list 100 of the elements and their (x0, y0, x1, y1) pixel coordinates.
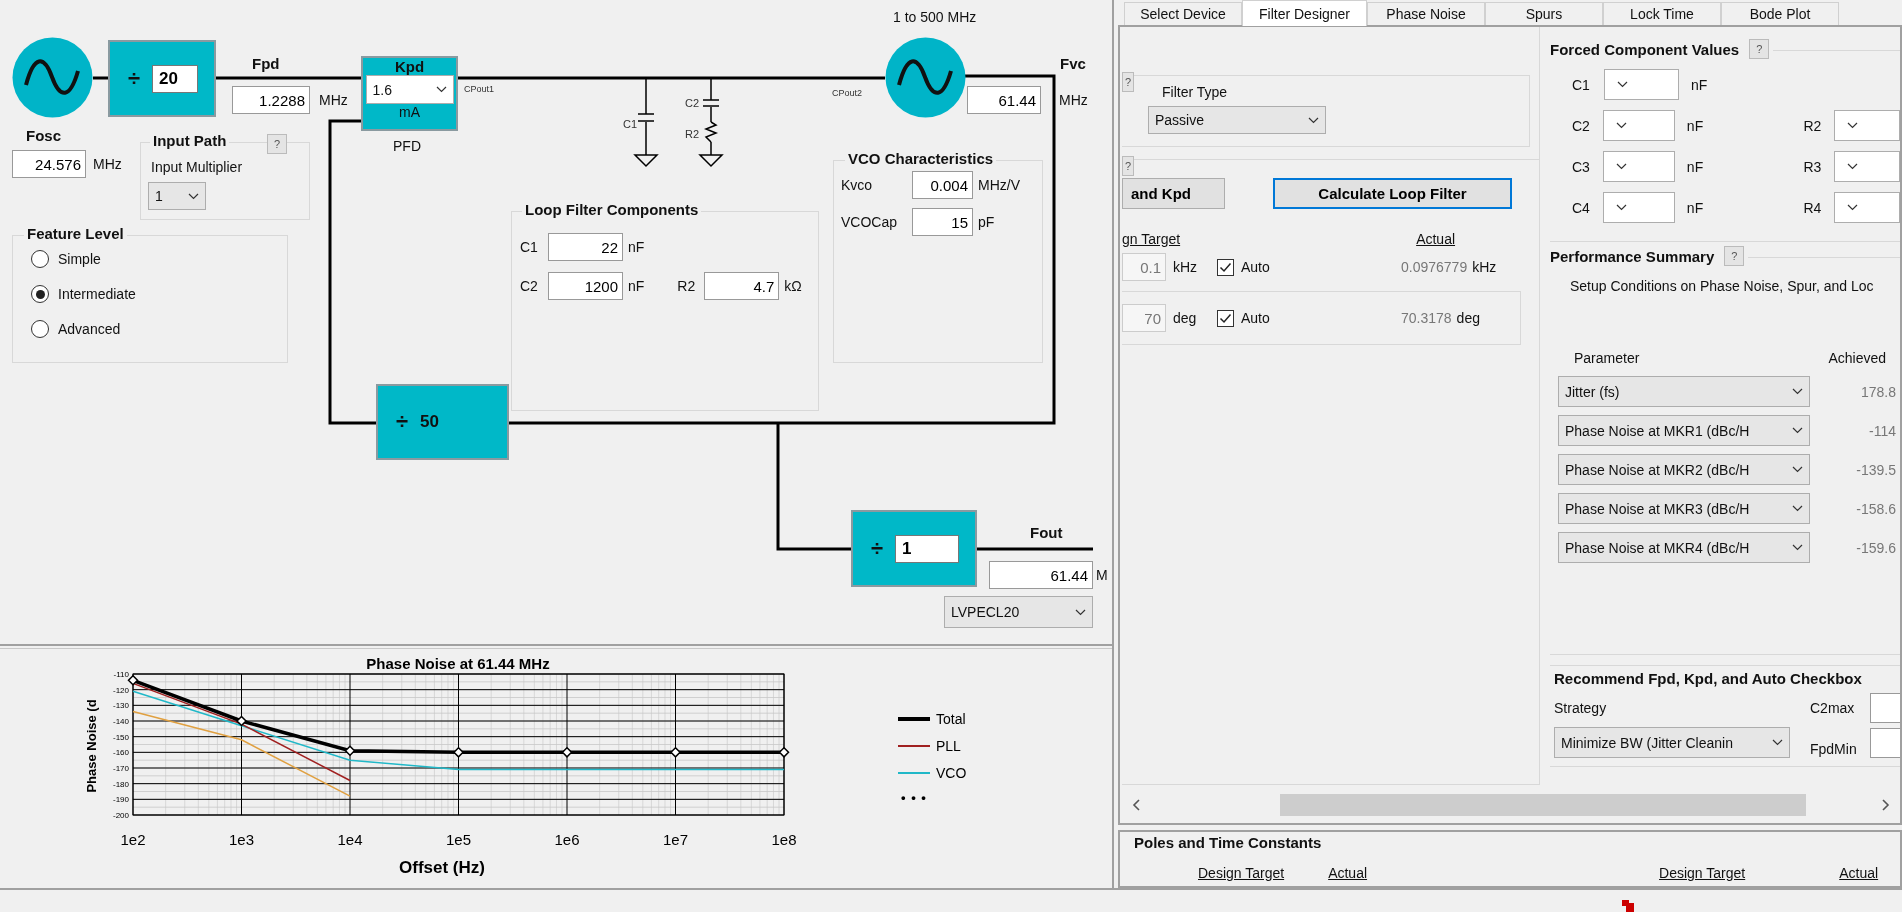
calculate-button[interactable]: Calculate Loop Filter (1273, 178, 1512, 209)
chevron-down-icon (1792, 505, 1803, 512)
chart-title: Phase Noise at 61.44 MHz (366, 655, 550, 672)
radio-button[interactable] (31, 320, 49, 338)
resistor-symbol (704, 121, 718, 143)
resistance-field[interactable]: 4.7 (704, 272, 780, 300)
dropdown[interactable] (1602, 192, 1675, 223)
chevron-down-icon (1615, 122, 1627, 129)
dropdown[interactable]: Phase Noise at MKR2 (dBc/H (1558, 454, 1810, 485)
unit-label: nF (628, 278, 645, 294)
fout-label: Fout (1030, 524, 1063, 541)
dropdown[interactable]: 1.6 (365, 75, 454, 104)
pfd-label: PFD (393, 138, 421, 154)
divide-sign: ÷ (871, 535, 884, 562)
unit-label: kHz (1173, 259, 1199, 275)
fpd-field[interactable]: 1.2288 (232, 86, 310, 114)
sine-wave-icon (12, 37, 93, 118)
help-button[interactable]: ? (267, 134, 287, 154)
dropdown[interactable] (1834, 110, 1900, 141)
unit-label: nF (1686, 158, 1705, 175)
field-label: R2 (1803, 117, 1823, 134)
field-label: C4 (1572, 199, 1591, 216)
dropdown[interactable]: Phase Noise at MKR4 (dBc/H (1558, 532, 1810, 563)
text-field[interactable]: 0.004 (912, 171, 973, 199)
help-button[interactable]: ? (1122, 156, 1134, 176)
achieved-value: 178.8 (1860, 383, 1896, 400)
chevron-down-icon (1615, 204, 1627, 211)
actual-value: 0.0976779 (1401, 259, 1468, 275)
component-label: R2 (685, 128, 700, 140)
fosc-field[interactable]: 24.576 (12, 150, 86, 178)
tab[interactable]: Spurs (1485, 2, 1603, 25)
capacitor-symbol (637, 113, 655, 122)
divider-field[interactable]: 1 (895, 534, 960, 563)
dropdown[interactable] (1602, 151, 1675, 182)
unit-label: nF (628, 239, 645, 255)
dropdown[interactable]: Jitter (fs) (1558, 376, 1810, 407)
capacitance-field[interactable]: 22 (548, 233, 623, 261)
column-header: Parameter (1574, 350, 1640, 366)
logo-icon (1620, 898, 1636, 912)
field-label: Filter Type (1162, 84, 1228, 100)
dropdown[interactable]: 1 (148, 182, 206, 210)
setup-label: Setup Conditions on Phase Noise, Spur, and Loc (1570, 278, 1875, 294)
legend-swatch (898, 717, 930, 721)
recommend-button[interactable]: and Kpd (1122, 178, 1225, 209)
radio-button[interactable] (31, 285, 49, 303)
scroll-left-icon[interactable] (1132, 799, 1142, 811)
help-button[interactable]: ? (1724, 246, 1745, 266)
help-button[interactable]: ? (1749, 39, 1770, 59)
help-button[interactable]: ? (1122, 72, 1134, 92)
wire (93, 76, 108, 80)
dropdown[interactable] (1602, 110, 1675, 141)
radio-button[interactable] (31, 250, 49, 268)
component-label: C1 (623, 118, 638, 130)
capacitance-field[interactable]: 1200 (548, 272, 623, 300)
unit-label: MHz (93, 156, 122, 172)
fpd-label: Fpd (252, 55, 280, 72)
dropdown[interactable] (1604, 69, 1679, 100)
chevron-down-icon (1792, 427, 1803, 434)
chevron-down-icon (1847, 122, 1858, 129)
column-header: Actual (1839, 865, 1879, 881)
unit-label: kHz (1472, 259, 1497, 275)
tab[interactable]: Select Device (1124, 2, 1242, 25)
tab[interactable]: Filter Designer (1242, 0, 1367, 26)
dropdown[interactable]: Passive (1148, 106, 1326, 134)
x-axis-label: Offset (Hz) (399, 858, 485, 877)
unit-label: MHz (319, 92, 348, 108)
unit-label: nF (1686, 199, 1705, 216)
group-title: Poles and Time Constants (1134, 834, 1323, 851)
column-header: gn Target (1122, 231, 1181, 247)
ground-symbol (633, 154, 659, 168)
divider-field[interactable]: 20 (152, 64, 199, 93)
field-label: R2 (677, 278, 697, 294)
pin-label: CPout1 (464, 84, 495, 94)
scroll-thumb[interactable] (1279, 794, 1807, 816)
actual-value: 70.3178 (1401, 310, 1452, 326)
group-title: Forced Component Values (1550, 40, 1740, 58)
chevron-down-icon (1792, 466, 1803, 473)
component-label: C2 (685, 97, 700, 109)
fout-field[interactable]: 61.44 (989, 561, 1093, 589)
y-tick-label: -150 (113, 732, 129, 742)
dropdown[interactable]: LVPECL20 (944, 596, 1093, 628)
dropdown[interactable]: Phase Noise at MKR3 (dBc/H (1558, 493, 1810, 524)
dropdown[interactable]: Minimize BW (Jitter Cleanin (1554, 727, 1790, 758)
dropdown[interactable]: Phase Noise at MKR1 (dBc/H (1558, 415, 1810, 446)
achieved-value: -158.6 (1856, 500, 1896, 517)
text-field[interactable]: 15 (912, 208, 973, 236)
dropdown[interactable] (1834, 192, 1900, 223)
field-label: C2 (1572, 117, 1591, 134)
tab[interactable]: Phase Noise (1367, 2, 1485, 25)
dropdown[interactable] (1834, 151, 1900, 182)
field-label: FpdMin (1809, 740, 1858, 757)
scroll-right-icon[interactable] (1880, 799, 1890, 811)
unit-label: kΩ (784, 278, 802, 294)
unit-label: MHz (1059, 92, 1088, 108)
field-label: Input Multiplier (151, 159, 243, 175)
tab[interactable]: Lock Time (1603, 2, 1721, 25)
chevron-down-icon (1075, 608, 1086, 616)
fvc-label: Fvc (1060, 55, 1086, 72)
tab[interactable]: Bode Plot (1721, 2, 1839, 25)
fvc-field[interactable]: 61.44 (967, 86, 1041, 114)
